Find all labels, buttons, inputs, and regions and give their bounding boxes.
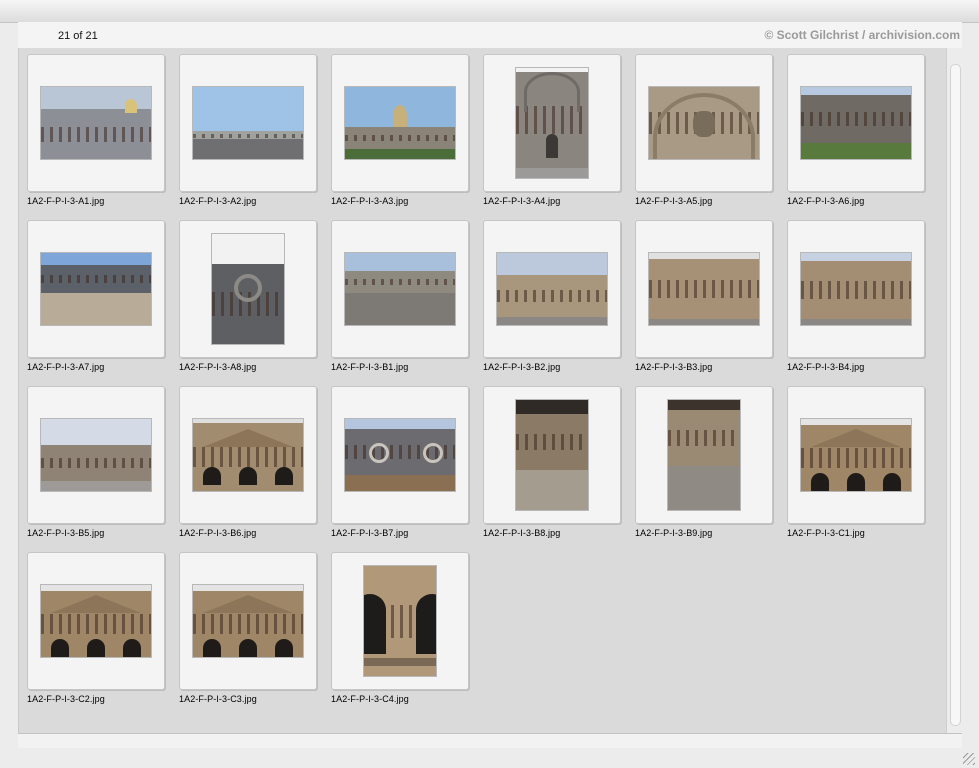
thumbnail-item[interactable]: 1A2-F-P-I-3-C3.jpg	[177, 552, 329, 718]
slide-mount[interactable]	[787, 220, 925, 358]
thumbnail-filename: 1A2-F-P-I-3-A6.jpg	[787, 196, 865, 206]
gallery-hall-thumb[interactable]	[667, 399, 741, 511]
thumbnail-filename: 1A2-F-P-I-3-A2.jpg	[179, 196, 257, 206]
courtyard-center-thumb[interactable]	[648, 252, 760, 326]
thumbnail-item[interactable]: 1A2-F-P-I-3-B7.jpg	[329, 386, 481, 552]
thumbnail-item[interactable]: 1A2-F-P-I-3-B2.jpg	[481, 220, 633, 386]
slide-mount[interactable]	[27, 386, 165, 524]
thumbnail-item[interactable]: 1A2-F-P-I-3-B6.jpg	[177, 386, 329, 552]
thumbnail-item[interactable]: 1A2-F-P-I-3-A7.jpg	[25, 220, 177, 386]
slide-mount[interactable]	[483, 54, 621, 192]
pediment-arches-thumb[interactable]	[40, 584, 152, 658]
gallery-corridor-thumb[interactable]	[515, 399, 589, 511]
thumbnail-item[interactable]: 1A2-F-P-I-3-B3.jpg	[633, 220, 785, 386]
thumbnail-filename: 1A2-F-P-I-3-C4.jpg	[331, 694, 409, 704]
thumbnail-filename: 1A2-F-P-I-3-B6.jpg	[179, 528, 257, 538]
vertical-scrollbar[interactable]	[946, 48, 963, 733]
thumbnail-filename: 1A2-F-P-I-3-B7.jpg	[331, 528, 409, 538]
slide-mount[interactable]	[27, 552, 165, 690]
slide-mount[interactable]	[179, 220, 317, 358]
thumbnail-item[interactable]: 1A2-F-P-I-3-B4.jpg	[785, 220, 937, 386]
courtyard-arcade-thumb[interactable]	[496, 252, 608, 326]
courtyard-wide-thumb[interactable]	[344, 252, 456, 326]
resize-grip-icon[interactable]	[963, 753, 975, 765]
thumbnail-filename: 1A2-F-P-I-3-A3.jpg	[331, 196, 409, 206]
thumbnail-filename: 1A2-F-P-I-3-C2.jpg	[27, 694, 105, 704]
window-toolbar	[0, 0, 979, 23]
slide-mount[interactable]	[331, 54, 469, 192]
slide-mount[interactable]	[331, 386, 469, 524]
dormer-roof-thumb[interactable]	[40, 252, 152, 326]
slide-mount[interactable]	[635, 386, 773, 524]
slide-mount[interactable]	[27, 220, 165, 358]
thumbnail-filename: 1A2-F-P-I-3-B1.jpg	[331, 362, 409, 372]
slide-mount[interactable]	[483, 386, 621, 524]
slide-mount[interactable]	[331, 552, 469, 690]
window-footer	[0, 748, 979, 768]
slide-mount[interactable]	[179, 54, 317, 192]
courtyard-corner-thumb[interactable]	[800, 252, 912, 326]
thumbnail-item[interactable]: 1A2-F-P-I-3-A4.jpg	[481, 54, 633, 220]
thumbnail-item[interactable]: 1A2-F-P-I-3-B5.jpg	[25, 386, 177, 552]
long-facade-thumb[interactable]	[800, 86, 912, 160]
thumbnail-item[interactable]: 1A2-F-P-I-3-C1.jpg	[785, 386, 937, 552]
thumbnail-item[interactable]: 1A2-F-P-I-3-C2.jpg	[25, 552, 177, 718]
thumbnail-filename: 1A2-F-P-I-3-B2.jpg	[483, 362, 561, 372]
thumbnail-item[interactable]: 1A2-F-P-I-3-A6.jpg	[785, 54, 937, 220]
thumbnail-grid: 1A2-F-P-I-3-A1.jpg 1A2-F-P-I-3-A2.jpg 1A2-…	[25, 54, 937, 718]
slide-mount[interactable]	[179, 386, 317, 524]
thumbnail-filename: 1A2-F-P-I-3-C3.jpg	[179, 694, 257, 704]
slide-mount[interactable]	[27, 54, 165, 192]
pediment-arches-thumb[interactable]	[192, 584, 304, 658]
thumbnail-filename: 1A2-F-P-I-3-B5.jpg	[27, 528, 105, 538]
arcade-detail-thumb[interactable]	[363, 565, 437, 677]
thumbnail-filename: 1A2-F-P-I-3-B8.jpg	[483, 528, 561, 538]
horizontal-scrollbar[interactable]	[18, 733, 962, 749]
slide-mount[interactable]	[179, 552, 317, 690]
thumbnail-item[interactable]: 1A2-F-P-I-3-B9.jpg	[633, 386, 785, 552]
slide-mount[interactable]	[787, 386, 925, 524]
thumbnail-filename: 1A2-F-P-I-3-A7.jpg	[27, 362, 105, 372]
slide-mount[interactable]	[483, 220, 621, 358]
thumbnail-filename: 1A2-F-P-I-3-A4.jpg	[483, 196, 561, 206]
thumbnail-filename: 1A2-F-P-I-3-C1.jpg	[787, 528, 865, 538]
viewer-header: 21 of 21 © Scott Gilchrist / archivision…	[18, 22, 962, 48]
pediment-arches-thumb[interactable]	[800, 418, 912, 492]
thumbnail-item[interactable]: 1A2-F-P-I-3-C4.jpg	[329, 552, 481, 718]
image-count: 21 of 21	[58, 30, 98, 42]
facade-dome-thumb[interactable]	[344, 86, 456, 160]
slide-mount[interactable]	[331, 220, 469, 358]
thumbnail-filename: 1A2-F-P-I-3-A1.jpg	[27, 196, 105, 206]
oculus-dormer-thumb[interactable]	[211, 233, 285, 345]
thumbnail-filename: 1A2-F-P-I-3-A5.jpg	[635, 196, 713, 206]
pediment-facade-thumb[interactable]	[192, 418, 304, 492]
slide-mount[interactable]	[635, 220, 773, 358]
thumbnail-filename: 1A2-F-P-I-3-A8.jpg	[179, 362, 257, 372]
thumbnail-item[interactable]: 1A2-F-P-I-3-A3.jpg	[329, 54, 481, 220]
copyright-credit: © Scott Gilchrist / archivision.com	[764, 28, 960, 42]
scrollbar-track[interactable]	[950, 64, 961, 726]
relief-tympanum-thumb[interactable]	[648, 86, 760, 160]
slide-mount[interactable]	[787, 54, 925, 192]
thumbnail-item[interactable]: 1A2-F-P-I-3-B8.jpg	[481, 386, 633, 552]
thumbnail-item[interactable]: 1A2-F-P-I-3-B1.jpg	[329, 220, 481, 386]
thumbnail-filename: 1A2-F-P-I-3-B4.jpg	[787, 362, 865, 372]
portal-arch-thumb[interactable]	[515, 67, 589, 179]
thumbnail-filename: 1A2-F-P-I-3-B3.jpg	[635, 362, 713, 372]
avenue-view-thumb[interactable]	[192, 86, 304, 160]
thumbnail-item[interactable]: 1A2-F-P-I-3-A8.jpg	[177, 220, 329, 386]
thumbnail-item[interactable]: 1A2-F-P-I-3-A2.jpg	[177, 54, 329, 220]
city-panorama-thumb[interactable]	[40, 86, 152, 160]
thumbnail-item[interactable]: 1A2-F-P-I-3-A5.jpg	[633, 54, 785, 220]
thumbnail-filename: 1A2-F-P-I-3-B9.jpg	[635, 528, 713, 538]
thumbnail-item[interactable]: 1A2-F-P-I-3-A1.jpg	[25, 54, 177, 220]
courtyard-far-thumb[interactable]	[40, 418, 152, 492]
slide-mount[interactable]	[635, 54, 773, 192]
roof-dormers-thumb[interactable]	[344, 418, 456, 492]
thumbnail-panel: 1A2-F-P-I-3-A1.jpg 1A2-F-P-I-3-A2.jpg 1A2-…	[18, 48, 947, 733]
